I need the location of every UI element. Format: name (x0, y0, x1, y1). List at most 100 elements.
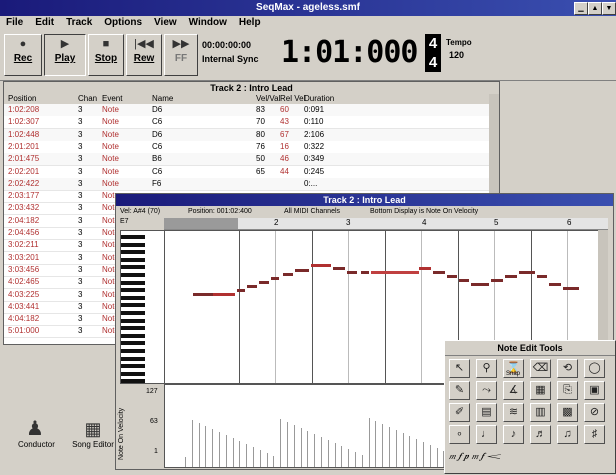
midi-note[interactable] (311, 264, 331, 267)
table-row[interactable]: 1:02:307 3 Note C6 70 43 0:110 (4, 116, 494, 130)
eighth-note-icon[interactable]: ♪ (503, 425, 524, 444)
line-tool-icon[interactable]: ∡ (503, 381, 524, 400)
piano-black-key[interactable] (121, 364, 145, 369)
piano-black-key[interactable] (121, 356, 145, 361)
bar-ruler[interactable]: 2 3 4 5 6 (164, 218, 608, 230)
close-icon[interactable]: ▼ (602, 2, 616, 15)
pencil-tool-icon[interactable]: ✎ (449, 381, 470, 400)
piano-black-key[interactable] (121, 265, 145, 270)
velocity-bar[interactable] (219, 432, 220, 467)
piano-black-key[interactable] (121, 273, 145, 277)
menu-window[interactable]: Window (183, 16, 233, 28)
velocity-bar[interactable] (185, 457, 186, 467)
piano-black-key[interactable] (121, 371, 145, 376)
velocity-bar[interactable] (423, 442, 424, 467)
velocity-bar[interactable] (382, 424, 384, 467)
stamp-tool-icon[interactable]: ▩ (557, 403, 578, 422)
piano-black-key[interactable] (121, 250, 145, 255)
brush-tool-icon[interactable]: ✐ (449, 403, 470, 422)
piano-black-key[interactable] (121, 318, 145, 323)
velocity-bar[interactable] (409, 436, 411, 467)
piano-black-key[interactable] (121, 280, 145, 285)
piano-black-key[interactable] (121, 326, 145, 331)
velocity-bar[interactable] (191, 420, 193, 467)
menu-file[interactable]: File (0, 16, 29, 28)
region-tool-icon[interactable]: ▤ (476, 403, 497, 422)
midi-note[interactable] (237, 289, 245, 292)
piano-black-key[interactable] (121, 235, 145, 239)
midi-note[interactable] (419, 267, 431, 270)
velocity-bar[interactable] (368, 418, 370, 467)
velocity-bar[interactable] (239, 441, 241, 467)
ff-button[interactable]: ▶▶ FF (164, 34, 198, 76)
menu-edit[interactable]: Edit (29, 16, 60, 28)
velocity-bar[interactable] (355, 452, 356, 467)
minimize-icon[interactable]: ▁ (574, 2, 588, 15)
velocity-bar[interactable] (334, 443, 336, 467)
midi-note[interactable] (333, 267, 345, 270)
velocity-bar[interactable] (280, 419, 282, 467)
circle-tool-icon[interactable]: ◯ (584, 359, 605, 378)
tempo-value[interactable]: 120 (449, 50, 464, 60)
maximize-icon[interactable]: ▲ (588, 2, 602, 15)
velocity-bar[interactable] (225, 435, 227, 467)
velocity-bar[interactable] (253, 447, 254, 467)
piano-black-key[interactable] (121, 341, 145, 346)
piano-keyboard[interactable] (120, 230, 166, 384)
velocity-bar[interactable] (341, 446, 343, 467)
slash-tool-icon[interactable]: ⊘ (584, 403, 605, 422)
sync-mode[interactable]: Internal Sync (202, 54, 259, 64)
dynamics-row[interactable]: 𝆐 𝆑 𝆏 𝆐 𝆑 𝆒 (449, 449, 609, 465)
time-signature[interactable]: 44 (425, 34, 441, 72)
velocity-bar[interactable] (429, 445, 431, 467)
midi-note[interactable] (549, 283, 561, 286)
menu-track[interactable]: Track (60, 16, 98, 28)
velocity-bar[interactable] (273, 456, 275, 467)
insert-tool-icon[interactable]: ⤳ (476, 381, 497, 400)
piano-black-key[interactable] (121, 257, 145, 262)
stop-button[interactable]: ■ Stop (88, 34, 124, 76)
table-row[interactable]: 1:02:448 3 Note D6 80 67 2:106 (4, 128, 494, 142)
thirtysecond-note-icon[interactable]: ♫ (557, 425, 578, 444)
velocity-bar[interactable] (361, 455, 363, 467)
velocity-bar[interactable] (348, 449, 350, 467)
velocity-bar[interactable] (198, 423, 200, 467)
velocity-bar[interactable] (300, 428, 302, 467)
velocity-bar[interactable] (375, 421, 377, 467)
table-row[interactable]: 1:02:208 3 Note D6 83 60 0:091 (4, 104, 494, 117)
sharp-icon[interactable]: ♯ (584, 425, 605, 444)
dot-note-icon[interactable]: ∘ (449, 425, 470, 444)
midi-note[interactable] (259, 281, 269, 284)
piano-black-key[interactable] (121, 333, 145, 338)
velocity-bar[interactable] (287, 422, 288, 467)
midi-note[interactable] (271, 277, 279, 280)
midi-note[interactable] (193, 293, 213, 296)
play-button[interactable]: ▶ Play (44, 34, 86, 76)
piano-black-key[interactable] (121, 242, 145, 247)
cut-tool-icon[interactable]: ▥ (530, 403, 551, 422)
midi-note[interactable] (447, 275, 457, 278)
midi-note[interactable] (213, 293, 235, 296)
rec-button[interactable]: ● Rec (4, 34, 42, 76)
midi-note[interactable] (519, 271, 535, 274)
piano-black-key[interactable] (121, 311, 145, 315)
table-row[interactable]: 2:01:475 3 Note B6 50 46 0:349 (4, 153, 494, 167)
loop-tool-icon[interactable]: ⟲ (557, 359, 578, 378)
menu-view[interactable]: View (148, 16, 183, 28)
piano-black-key[interactable] (121, 295, 145, 300)
menu-help[interactable]: Help (233, 16, 267, 28)
velocity-bar[interactable] (246, 444, 248, 467)
velocity-bar[interactable] (266, 453, 268, 467)
quantize-tool-icon[interactable]: ≋ (503, 403, 524, 422)
velocity-bar[interactable] (307, 431, 309, 467)
menu-options[interactable]: Options (98, 16, 148, 28)
table-row[interactable]: 2:02:422 3 Note F6 0:... (4, 177, 494, 191)
table-row[interactable]: 2:02:201 3 Note C6 65 44 0:245 (4, 165, 494, 179)
velocity-bar[interactable] (314, 434, 316, 467)
fill-tool-icon[interactable]: ▣ (584, 381, 605, 400)
midi-note[interactable] (459, 279, 469, 282)
velocity-bar[interactable] (259, 450, 261, 467)
velocity-bar[interactable] (436, 448, 438, 467)
midi-note[interactable] (471, 283, 489, 286)
midi-note[interactable] (371, 271, 419, 274)
